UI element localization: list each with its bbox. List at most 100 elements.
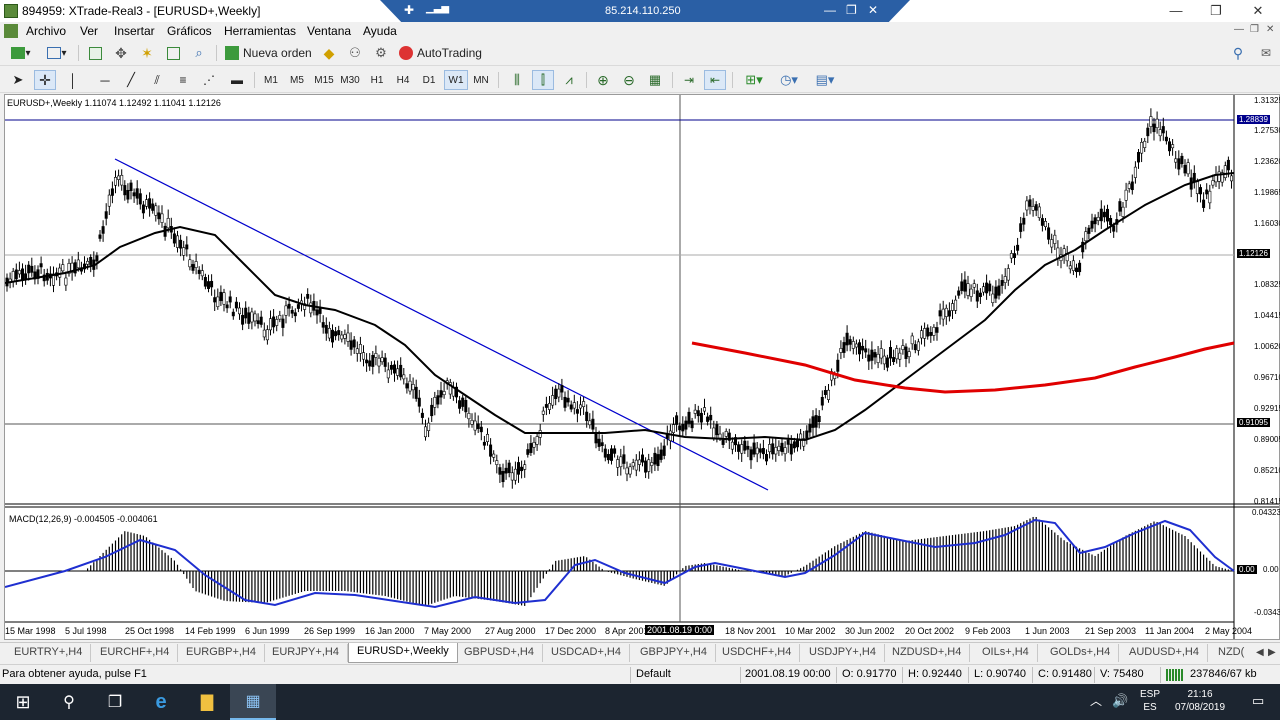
cursor-button[interactable]: ➤ [8, 70, 28, 90]
tab-scroll-left[interactable]: ◀ [1254, 644, 1266, 662]
menu-ver[interactable]: Ver [80, 24, 98, 38]
candle-body [895, 348, 899, 360]
search-taskbar-button[interactable]: ⚲ [46, 684, 92, 720]
search-button[interactable]: ⚲ [1228, 43, 1248, 63]
menu-archivo[interactable]: Archivo [26, 24, 66, 38]
tester-button[interactable]: ⌕ [188, 43, 210, 63]
crosshair-button[interactable]: ✛ [34, 70, 56, 90]
line-chart-button[interactable]: ⩘ [558, 70, 580, 90]
periods-button[interactable]: ◷ ▾ [774, 70, 804, 90]
volume-icon[interactable]: 🔊 [1112, 694, 1128, 707]
chart-window[interactable]: EURUSD+,Weekly 1.11074 1.12492 1.11041 1… [4, 94, 1280, 640]
tab-nzd[interactable]: NZD( [1210, 644, 1252, 662]
candle-body [498, 467, 502, 475]
rdp-minimize-button[interactable]: — [824, 3, 836, 17]
restore-button[interactable]: ❐ [1196, 2, 1236, 20]
bid-price-badge: 1.12126 [1237, 249, 1270, 258]
rdp-restore-button[interactable]: ❐ [846, 3, 857, 17]
fibo-fan-button[interactable]: ⋰ [198, 70, 220, 90]
price-chart[interactable] [5, 95, 1279, 639]
tab-usdchf[interactable]: USDCHF+,H4 [714, 644, 801, 662]
horizontal-line-button[interactable]: ─ [94, 70, 116, 90]
fibonacci-button[interactable]: ≡ [172, 70, 194, 90]
favorites-button[interactable]: ✶ [136, 43, 158, 63]
tab-gbpjpy[interactable]: GBPJPY+,H4 [632, 644, 716, 662]
tab-eurgbp[interactable]: EURGBP+,H4 [178, 644, 265, 662]
tab-eurjpy[interactable]: EURJPY+,H4 [264, 644, 348, 662]
tab-eurusd[interactable]: EURUSD+,Weekly [348, 643, 458, 663]
timeframe-d1[interactable]: D1 [418, 70, 440, 90]
crosshair-icon: ✛ [39, 71, 51, 88]
tab-golds[interactable]: GOLDs+,H4 [1042, 644, 1120, 662]
signals-button[interactable]: ⚙ [370, 43, 392, 63]
shapes-button[interactable]: ▬ [226, 70, 248, 90]
mdi-minimize-button[interactable]: — [1234, 24, 1244, 35]
timeframe-w1[interactable]: W1 [444, 70, 468, 90]
menu-ayuda[interactable]: Ayuda [363, 24, 397, 38]
minimize-button[interactable]: — [1156, 2, 1196, 20]
timeframe-m15[interactable]: M15 [312, 70, 336, 90]
profiles-button[interactable]: ▾ [42, 43, 72, 63]
candle-body [557, 388, 561, 398]
candle-body [960, 281, 964, 291]
menu-insertar[interactable]: Insertar [114, 24, 155, 38]
terminal-button[interactable] [162, 43, 184, 63]
candle-body [826, 389, 830, 400]
zoom-in-button[interactable]: ⊕ [592, 70, 614, 90]
zoom-out-button[interactable]: ⊖ [618, 70, 640, 90]
timeframe-m5[interactable]: M5 [286, 70, 308, 90]
tab-eurtry[interactable]: EURTRY+,H4 [6, 644, 92, 662]
menu-graficos[interactable]: Gráficos [167, 24, 212, 38]
timeframe-m30[interactable]: M30 [338, 70, 362, 90]
bar-chart-button[interactable]: ⫼ [506, 70, 528, 90]
start-button[interactable]: ⊞ [0, 684, 46, 720]
tab-nzdusd[interactable]: NZDUSD+,H4 [884, 644, 971, 662]
tab-oils[interactable]: OILs+,H4 [974, 644, 1038, 662]
rdp-close-button[interactable]: ✕ [868, 3, 878, 17]
candle-body [907, 351, 911, 358]
timeframe-h1[interactable]: H1 [366, 70, 388, 90]
tab-gbpusd[interactable]: GBPUSD+,H4 [456, 644, 543, 662]
timeframe-m1[interactable]: M1 [260, 70, 282, 90]
tab-usdjpy[interactable]: USDJPY+,H4 [801, 644, 885, 662]
autotrading-button[interactable]: AutoTrading [396, 43, 486, 63]
options-button[interactable]: ⚇ [344, 43, 366, 63]
channel-button[interactable]: ⫽ [146, 70, 168, 90]
metaeditor-button[interactable]: ◆ [318, 43, 340, 63]
mdi-restore-button[interactable]: ❐ [1250, 24, 1259, 35]
file-explorer-button[interactable]: ▇ [184, 684, 230, 720]
close-button[interactable]: ✕ [1238, 2, 1278, 20]
tab-scroll-right[interactable]: ▶ [1266, 644, 1278, 662]
navigator-button[interactable]: ✥ [110, 43, 132, 63]
mt4-taskbar-button[interactable]: ▦ [230, 684, 276, 720]
clock[interactable]: 21:16 07/08/2019 [1168, 688, 1232, 714]
trendline-button[interactable]: ╱ [120, 70, 142, 90]
tray-chevron-icon[interactable]: ︿ [1090, 695, 1102, 708]
tab-usdcad[interactable]: USDCAD+,H4 [543, 644, 630, 662]
indicators-button[interactable]: ⊞ ▾ [738, 70, 770, 90]
menu-herramientas[interactable]: Herramientas [224, 24, 296, 38]
market-watch-button[interactable] [84, 43, 106, 63]
new-order-button[interactable]: Nueva orden [222, 43, 314, 63]
timeframe-h4[interactable]: H4 [392, 70, 414, 90]
candle-body [464, 399, 468, 413]
autoscroll-button[interactable]: ⇥ [678, 70, 700, 90]
tile-windows-button[interactable]: ▦ [644, 70, 666, 90]
language-indicator[interactable]: ESP ES [1138, 688, 1162, 714]
menu-ventana[interactable]: Ventana [307, 24, 351, 38]
vertical-line-button[interactable]: │ [64, 70, 82, 90]
candlestick-button[interactable]: ⫿ [532, 70, 554, 90]
chart-shift-button[interactable]: ⇤ [704, 70, 726, 90]
tab-eurchf[interactable]: EURCHF+,H4 [92, 644, 179, 662]
new-chart-button[interactable]: ▾ [6, 43, 36, 63]
tab-audusd[interactable]: AUDUSD+,H4 [1121, 644, 1208, 662]
timeframe-mn[interactable]: MN [470, 70, 492, 90]
templates-button[interactable]: ▤ ▾ [810, 70, 840, 90]
mdi-close-button[interactable]: ✕ [1266, 24, 1274, 35]
star-icon: ✶ [141, 44, 153, 61]
task-view-button[interactable]: ❐ [92, 684, 138, 720]
pin-icon[interactable]: ✚ [404, 3, 414, 17]
notifications-icon[interactable]: ▭ [1252, 694, 1264, 707]
chat-button[interactable]: ✉ [1254, 43, 1278, 63]
edge-button[interactable]: e [138, 684, 184, 720]
